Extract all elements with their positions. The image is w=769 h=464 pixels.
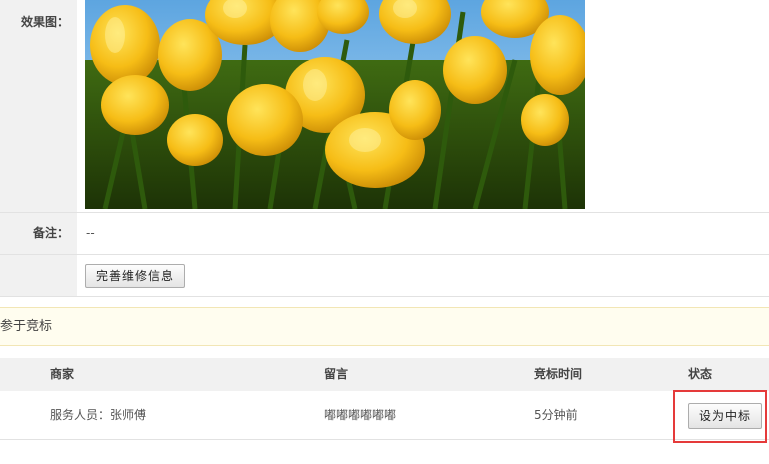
bidding-section-title: 参于竞标	[0, 307, 769, 346]
note-value: --	[86, 226, 95, 240]
merchant-name: 服务人员：张师傅	[50, 408, 147, 422]
tulip-photo	[85, 0, 585, 209]
note-row: 备注： --	[0, 213, 769, 255]
effect-image-label: 效果图：	[0, 0, 77, 212]
complete-repair-info-button[interactable]: 完善维修信息	[85, 264, 185, 288]
header-merchant: 商家	[50, 367, 75, 381]
set-winning-bid-button[interactable]: 设为中标	[688, 403, 762, 429]
header-message: 留言	[324, 367, 349, 381]
header-bid-time: 竞标时间	[534, 367, 583, 381]
table-row: 服务人员：张师傅 嘟嘟嘟嘟嘟嘟 5分钟前	[0, 391, 769, 440]
action-label-empty	[0, 255, 77, 296]
header-status: 状态	[688, 367, 713, 381]
bid-table-header: 商家 留言 竞标时间 状态	[0, 358, 769, 391]
action-cell: 完善维修信息	[77, 255, 769, 296]
bid-message: 嘟嘟嘟嘟嘟嘟	[324, 408, 397, 422]
effect-image-cell	[77, 0, 769, 212]
bid-time: 5分钟前	[534, 408, 578, 422]
note-label: 备注：	[0, 213, 77, 254]
action-row: 完善维修信息	[0, 255, 769, 297]
effect-image-row: 效果图：	[0, 0, 769, 213]
